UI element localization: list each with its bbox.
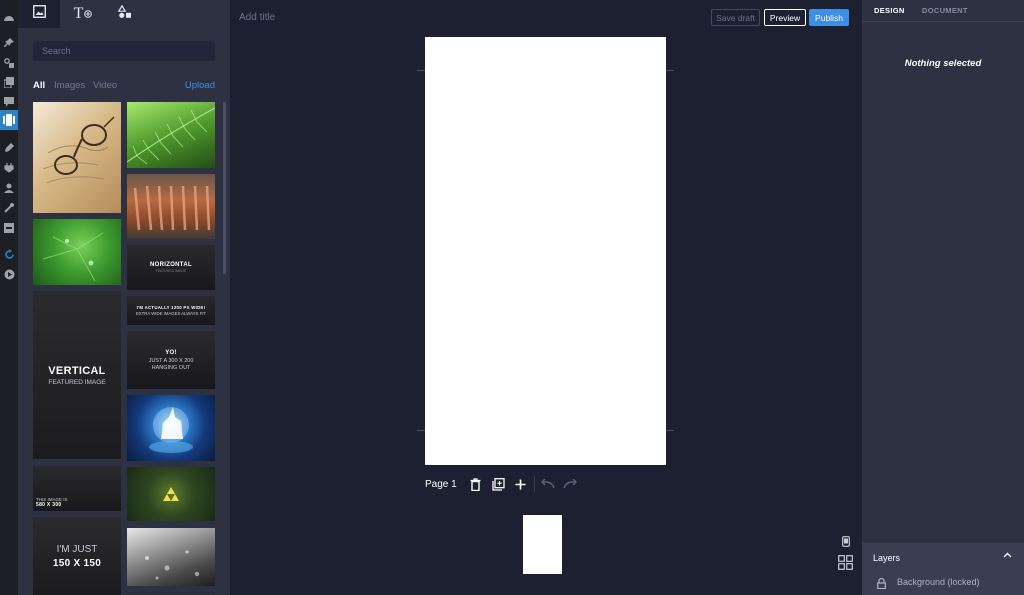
layers-panel: Layers Background (locked): [862, 543, 1024, 595]
chevron-up-icon[interactable]: [1003, 550, 1012, 560]
media-thumb-yo[interactable]: YO! JUST A 300 X 200 HANGING OUT: [127, 331, 215, 389]
trash-icon: [470, 477, 480, 491]
safe-zone-guide-top-left: [417, 70, 425, 71]
thumb-horizontal-title: NORIZONTAL: [150, 262, 192, 268]
media-thumb-wood[interactable]: [127, 174, 215, 239]
wp-admin-menu: [0, 0, 18, 595]
library-scrollbar[interactable]: [223, 102, 226, 274]
appearance-icon[interactable]: [2, 141, 16, 155]
duplicate-icon: [491, 477, 505, 491]
dashboard-icon[interactable]: [2, 10, 16, 24]
leaf-illustration: [42, 232, 104, 282]
story-editor: T All Images Video Upload: [0, 0, 1024, 595]
comments-icon[interactable]: [2, 95, 16, 109]
tab-shapes[interactable]: [106, 0, 144, 28]
tab-design[interactable]: DESIGN: [874, 6, 905, 15]
thumb-square-line1: I'M JUST: [56, 543, 98, 555]
thumb-yo-title: YO!: [165, 349, 177, 356]
thumb-vertical-sub: FEATURED IMAGE: [48, 378, 106, 386]
pin-icon[interactable]: [2, 36, 16, 50]
tab-media[interactable]: [18, 0, 60, 28]
triforce-icon: [163, 487, 179, 501]
media-thumb-fern[interactable]: [127, 102, 215, 168]
plugins-icon[interactable]: [2, 161, 16, 175]
media-thumb-horizontal[interactable]: NORIZONTAL FEATURED IMAGE: [127, 245, 215, 290]
media-thumb-wide[interactable]: I'M ACTUALLY 1200 PX WIDE! EXTRA WIDE IM…: [127, 296, 215, 325]
title-input[interactable]: Add title: [239, 12, 275, 23]
duplicate-page-button[interactable]: [490, 476, 506, 492]
text-icon: T: [73, 5, 84, 22]
filter-all[interactable]: All: [33, 80, 45, 91]
wood-illustration: [133, 185, 211, 231]
library-tabs: T: [18, 0, 230, 28]
upload-link[interactable]: Upload: [185, 80, 215, 91]
thumb-wide-line2: EXTRA WIDE IMAGES ALWAYS FIT: [135, 311, 207, 316]
undo-icon: [541, 479, 555, 489]
layer-item[interactable]: Background (locked): [862, 571, 1024, 593]
media-icon[interactable]: [2, 56, 16, 70]
image-icon: [32, 5, 46, 23]
tab-document[interactable]: DOCUMENT: [922, 6, 968, 15]
rain-illustration: [145, 550, 200, 580]
redo-button[interactable]: [562, 476, 578, 492]
thumb-yo-line2: HANGING OUT: [151, 364, 191, 371]
thumb-square-line2: 150 X 150: [52, 557, 102, 569]
unicorn-illustration: [149, 407, 193, 453]
thumb-vertical-title: VERTICAL: [48, 364, 106, 377]
media-thumb-glasses[interactable]: [33, 102, 121, 213]
toolbar-divider: [534, 476, 535, 492]
delete-page-button[interactable]: [467, 476, 483, 492]
pages-icon[interactable]: [2, 75, 16, 89]
fern-illustration: [127, 107, 215, 165]
save-draft-button[interactable]: Save draft: [711, 9, 760, 26]
preview-button[interactable]: Preview: [764, 9, 806, 26]
story-page-canvas[interactable]: [425, 37, 666, 465]
page-thumbnail[interactable]: [523, 515, 562, 574]
media-thumb-vertical[interactable]: VERTICAL FEATURED IMAGE: [33, 291, 121, 459]
media-thumb-unicorn[interactable]: [127, 395, 215, 461]
page-label: Page 1: [425, 479, 457, 490]
layers-title: Layers: [873, 553, 901, 563]
users-icon[interactable]: [2, 181, 16, 195]
filter-images[interactable]: Images: [54, 80, 85, 91]
thumb-wide-line1: I'M ACTUALLY 1200 PX WIDE!: [136, 305, 206, 310]
empty-selection-message: Nothing selected: [904, 58, 982, 69]
tab-text[interactable]: T: [63, 0, 103, 28]
filter-video[interactable]: Video: [93, 80, 117, 91]
thumb-yo-line1: JUST A 300 X 200: [148, 357, 194, 364]
media-thumb-square[interactable]: I'M JUST 150 X 150: [33, 517, 121, 595]
inspector-tabs: DESIGN DOCUMENT: [862, 0, 1024, 22]
glasses-illustration: [42, 115, 115, 183]
add-circle-icon: [84, 5, 93, 23]
device-preview-icon[interactable]: [841, 535, 851, 547]
redo-icon: [563, 479, 577, 489]
safe-zone-guide-top-right: [666, 70, 674, 71]
thumb-horizontal-sub: FEATURED IMAGE: [155, 269, 187, 273]
media-thumb-leaf[interactable]: [33, 219, 121, 285]
settings-icon[interactable]: [2, 221, 16, 235]
safe-zone-guide-bottom-left: [417, 430, 425, 431]
inspector-panel: DESIGN DOCUMENT Nothing selected Layers …: [862, 0, 1024, 595]
tools-icon[interactable]: [2, 201, 16, 215]
canvas-area: Add title Save draft Preview Publish Pag…: [230, 0, 862, 595]
publish-button[interactable]: Publish: [809, 9, 849, 26]
media-thumb-rain[interactable]: [127, 528, 215, 586]
media-thumb-triforce[interactable]: [127, 467, 215, 521]
plus-icon: [515, 479, 525, 489]
undo-button[interactable]: [540, 476, 556, 492]
library-panel: T All Images Video Upload: [18, 0, 230, 595]
collapse-menu-icon[interactable]: [2, 267, 16, 281]
web-stories-icon[interactable]: [0, 110, 18, 130]
lock-icon: [877, 576, 886, 594]
thumb-small-line2: 580 X 300: [36, 502, 62, 508]
search-input[interactable]: [33, 41, 215, 61]
add-page-button[interactable]: [512, 476, 528, 492]
grid-view-icon[interactable]: [837, 554, 853, 570]
media-thumb-small[interactable]: THIS IMAGE IS 580 X 300: [33, 466, 121, 511]
shapes-icon: [117, 4, 132, 24]
layer-label: Background (locked): [897, 577, 980, 587]
refresh-icon[interactable]: [2, 247, 16, 261]
safe-zone-guide-bottom-right: [666, 430, 674, 431]
